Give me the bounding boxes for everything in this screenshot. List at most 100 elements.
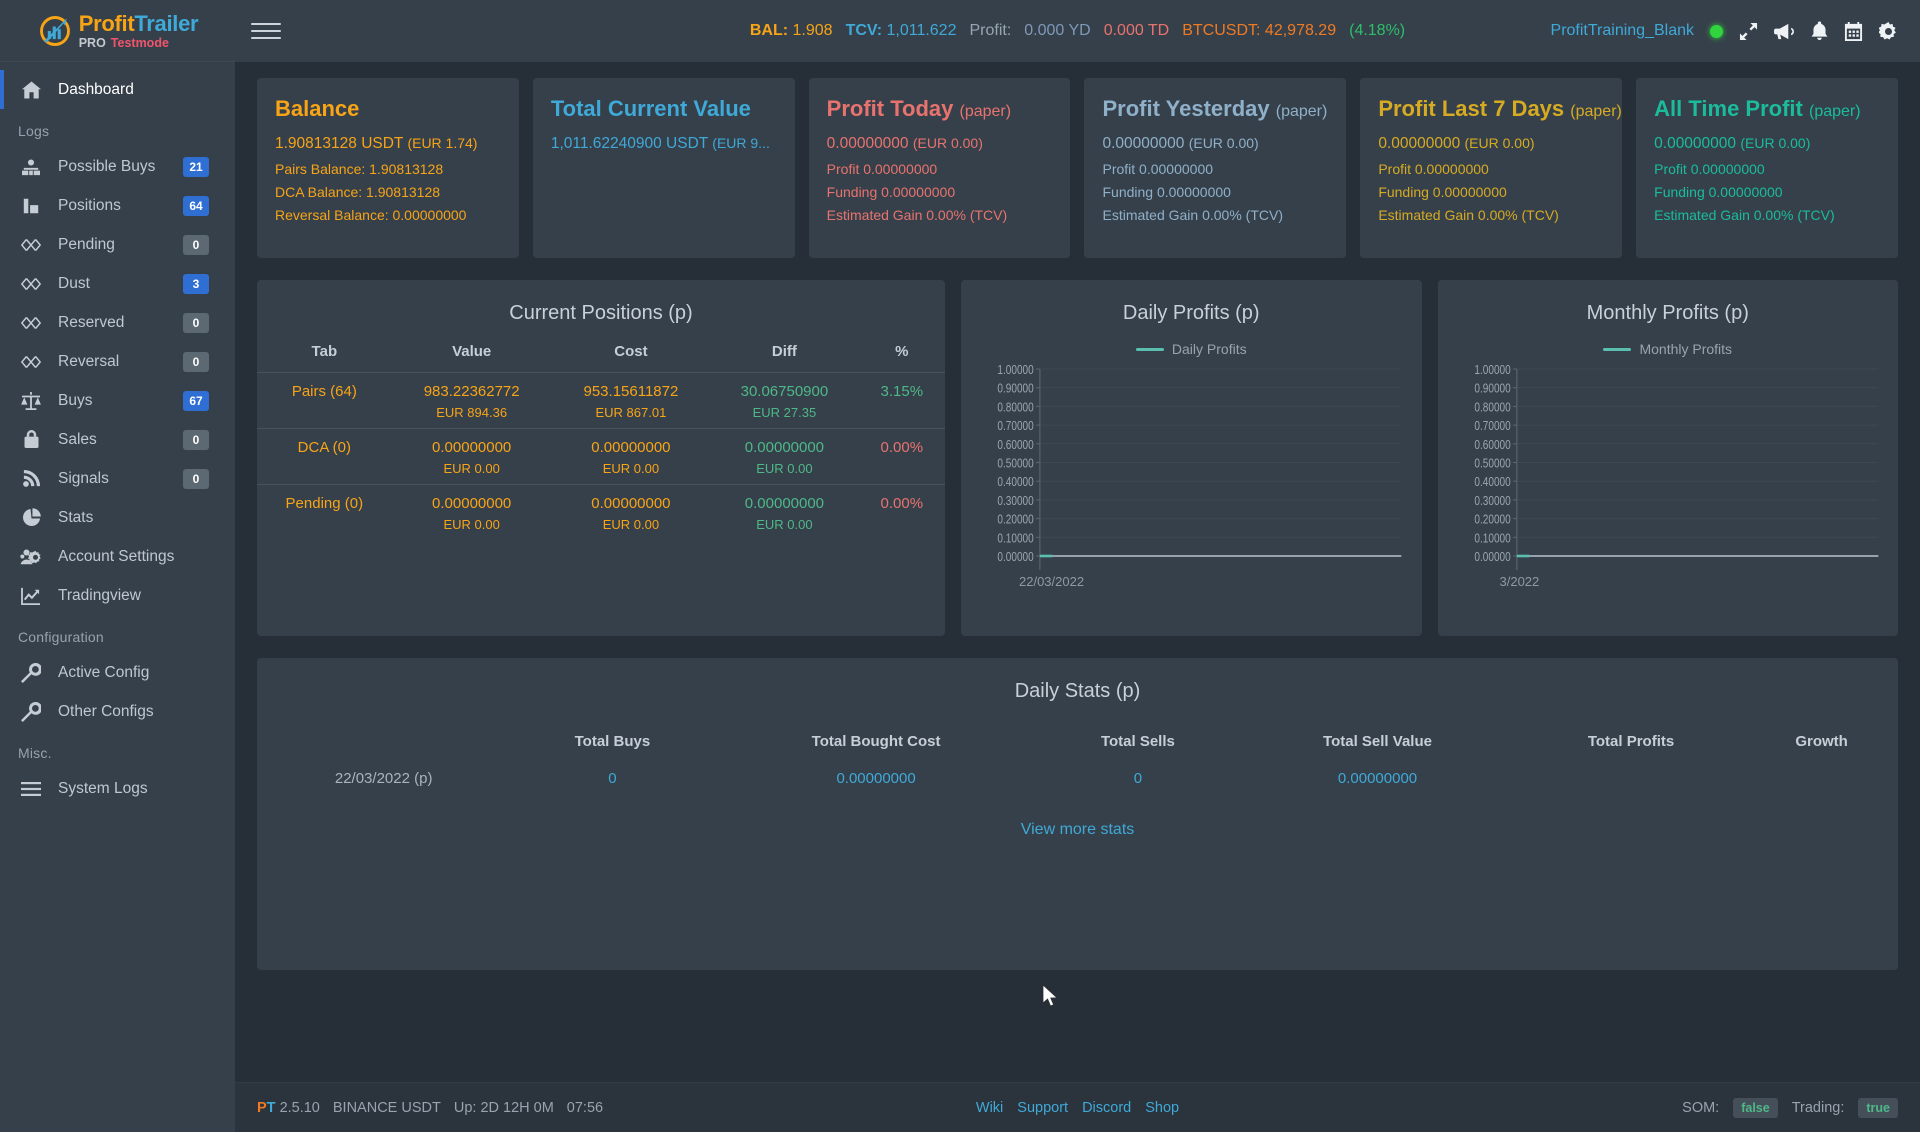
card-title: Profit Today (paper) — [827, 96, 1053, 122]
svg-text:0.50000: 0.50000 — [997, 456, 1033, 471]
sidebar-item-label: Positions — [58, 197, 183, 215]
position-tab[interactable]: DCA (0) — [257, 429, 392, 485]
sidebar-item-dashboard[interactable]: Dashboard — [0, 70, 235, 109]
brand-name-profit: Profit — [79, 11, 135, 36]
sidebar-item-active-config[interactable]: Active Config — [0, 653, 235, 692]
daily-profits-title: Daily Profits (p) — [961, 280, 1422, 341]
expand-icon[interactable] — [1739, 22, 1758, 41]
position-cost: 0.00000000EUR 0.00 — [552, 485, 710, 541]
calendar-icon[interactable] — [1844, 22, 1863, 41]
position-diff: 30.06750900EUR 27.35 — [710, 373, 859, 429]
card-detail-line: Funding 0.00000000 — [1102, 184, 1328, 200]
svg-text:0.20000: 0.20000 — [997, 512, 1033, 527]
position-value: 0.00000000EUR 0.00 — [392, 485, 552, 541]
gear-icon[interactable] — [1879, 22, 1898, 41]
position-cost: 953.15611872EUR 867.01 — [552, 373, 710, 429]
sidebar-section-title: Misc. — [0, 731, 235, 769]
svg-text:1.00000: 1.00000 — [1474, 363, 1510, 378]
hamburger-icon[interactable] — [251, 16, 281, 46]
sidebar-item-dust[interactable]: Dust3 — [0, 264, 235, 303]
daily-profits-legend[interactable]: Daily Profits — [961, 341, 1422, 357]
sidebar-item-account-settings[interactable]: Account Settings — [0, 537, 235, 576]
sidebar: ProfitTrailer PROTestmode Dashboard Logs… — [0, 0, 235, 1132]
megaphone-icon[interactable] — [1774, 22, 1795, 41]
topbar: BAL: 1.908 TCV: 1,011.622 Profit: 0.000 … — [235, 0, 1920, 62]
sidebar-item-badge: 0 — [183, 469, 209, 489]
card-detail-line: Profit 0.00000000 — [827, 161, 1053, 177]
monthly-profits-legend[interactable]: Monthly Profits — [1438, 341, 1899, 357]
sidebar-item-badge: 0 — [183, 430, 209, 450]
som-label: SOM: — [1682, 1100, 1719, 1116]
footer-right: SOM: false Trading: true — [1682, 1098, 1898, 1118]
wrench-icon — [18, 662, 44, 684]
som-value-badge[interactable]: false — [1733, 1098, 1778, 1118]
card-title-suffix: (paper) — [960, 103, 1012, 120]
svg-text:0.50000: 0.50000 — [1474, 456, 1510, 471]
svg-text:0.70000: 0.70000 — [997, 419, 1033, 434]
current-positions-panel: Current Positions (p) TabValueCostDiff% … — [257, 280, 945, 636]
sidebar-item-reversal[interactable]: Reversal0 — [0, 342, 235, 381]
card-main-value: 0.00000000 (EUR 0.00) — [827, 135, 1053, 153]
column-header: % — [859, 341, 945, 373]
reserved-icon — [18, 312, 44, 334]
profittrailer-logo-icon — [37, 13, 73, 49]
bell-icon[interactable] — [1811, 21, 1828, 41]
card-detail-line: Estimated Gain 0.00% (TCV) — [827, 207, 1053, 223]
current-positions-table: TabValueCostDiff% Pairs (64)983.22362772… — [257, 341, 945, 540]
sidebar-item-stats[interactable]: Stats — [0, 498, 235, 537]
sidebar-item-possible-buys[interactable]: Possible Buys21 — [0, 147, 235, 186]
stats-total-sells: 0 — [1038, 766, 1239, 797]
column-header: Growth — [1745, 719, 1898, 766]
footer-exchange: BINANCE USDT — [333, 1100, 441, 1116]
card-title: Total Current Value — [551, 96, 777, 122]
sidebar-item-other-configs[interactable]: Other Configs — [0, 692, 235, 731]
column-header: Diff — [710, 341, 859, 373]
sidebar-item-badge: 67 — [183, 391, 209, 411]
view-more-stats-link[interactable]: View more stats — [257, 797, 1898, 839]
column-header: Total Bought Cost — [715, 719, 1038, 766]
position-percent: 0.00% — [859, 485, 945, 541]
card-detail-line: Reversal Balance: 0.00000000 — [275, 207, 501, 223]
account-name[interactable]: ProfitTraining_Blank — [1551, 22, 1694, 40]
monthly-profits-title: Monthly Profits (p) — [1438, 280, 1899, 341]
sidebar-item-system-logs[interactable]: System Logs — [0, 769, 235, 808]
table-row: DCA (0)0.00000000EUR 0.000.00000000EUR 0… — [257, 429, 945, 485]
sidebar-item-pending[interactable]: Pending0 — [0, 225, 235, 264]
sidebar-item-signals[interactable]: Signals0 — [0, 459, 235, 498]
sidebar-item-reserved[interactable]: Reserved0 — [0, 303, 235, 342]
monthly-profits-plot: 1.000000.900000.800000.700000.600000.500… — [1452, 361, 1885, 576]
btcusdt-change: (4.18%) — [1349, 22, 1405, 40]
table-row: Pairs (64)983.22362772EUR 894.36953.1561… — [257, 373, 945, 429]
position-tab[interactable]: Pending (0) — [257, 485, 392, 541]
brand-header[interactable]: ProfitTrailer PROTestmode — [0, 0, 235, 62]
footer-link[interactable]: Discord — [1082, 1100, 1131, 1116]
trading-value-badge[interactable]: true — [1858, 1098, 1898, 1118]
sidebar-item-label: Signals — [58, 470, 183, 488]
card-title: Balance — [275, 96, 501, 122]
column-header: Total Sells — [1038, 719, 1239, 766]
profit-today-stat: 0.000 TD — [1104, 22, 1170, 40]
summary-card: Profit Last 7 Days (paper)0.00000000 (EU… — [1360, 78, 1622, 258]
home-icon — [18, 79, 44, 101]
svg-text:0.10000: 0.10000 — [1474, 531, 1510, 546]
sidebar-item-buys[interactable]: Buys67 — [0, 381, 235, 420]
sidebar-item-sales[interactable]: Sales0 — [0, 420, 235, 459]
card-main-value: 0.00000000 (EUR 0.00) — [1102, 135, 1328, 153]
app-root: ProfitTrailer PROTestmode Dashboard Logs… — [0, 0, 1920, 1132]
sidebar-item-tradingview[interactable]: Tradingview — [0, 576, 235, 615]
card-title-suffix: (paper) — [1809, 103, 1861, 120]
sidebar-item-positions[interactable]: Positions64 — [0, 186, 235, 225]
footer-link[interactable]: Wiki — [976, 1100, 1003, 1116]
footer-uptime: Up: 2D 12H 0M — [454, 1100, 554, 1116]
position-tab[interactable]: Pairs (64) — [257, 373, 392, 429]
stats-total-profits — [1517, 766, 1745, 797]
svg-text:0.10000: 0.10000 — [997, 531, 1033, 546]
position-diff: 0.00000000EUR 0.00 — [710, 485, 859, 541]
svg-text:0.60000: 0.60000 — [997, 438, 1033, 453]
footer-link[interactable]: Support — [1017, 1100, 1068, 1116]
scales-icon — [18, 390, 44, 412]
daily-profits-plot: 1.000000.900000.800000.700000.600000.500… — [975, 361, 1408, 576]
footer-link[interactable]: Shop — [1145, 1100, 1179, 1116]
sidebar-item-label: Tradingview — [58, 587, 235, 605]
legend-label: Monthly Profits — [1639, 341, 1732, 357]
